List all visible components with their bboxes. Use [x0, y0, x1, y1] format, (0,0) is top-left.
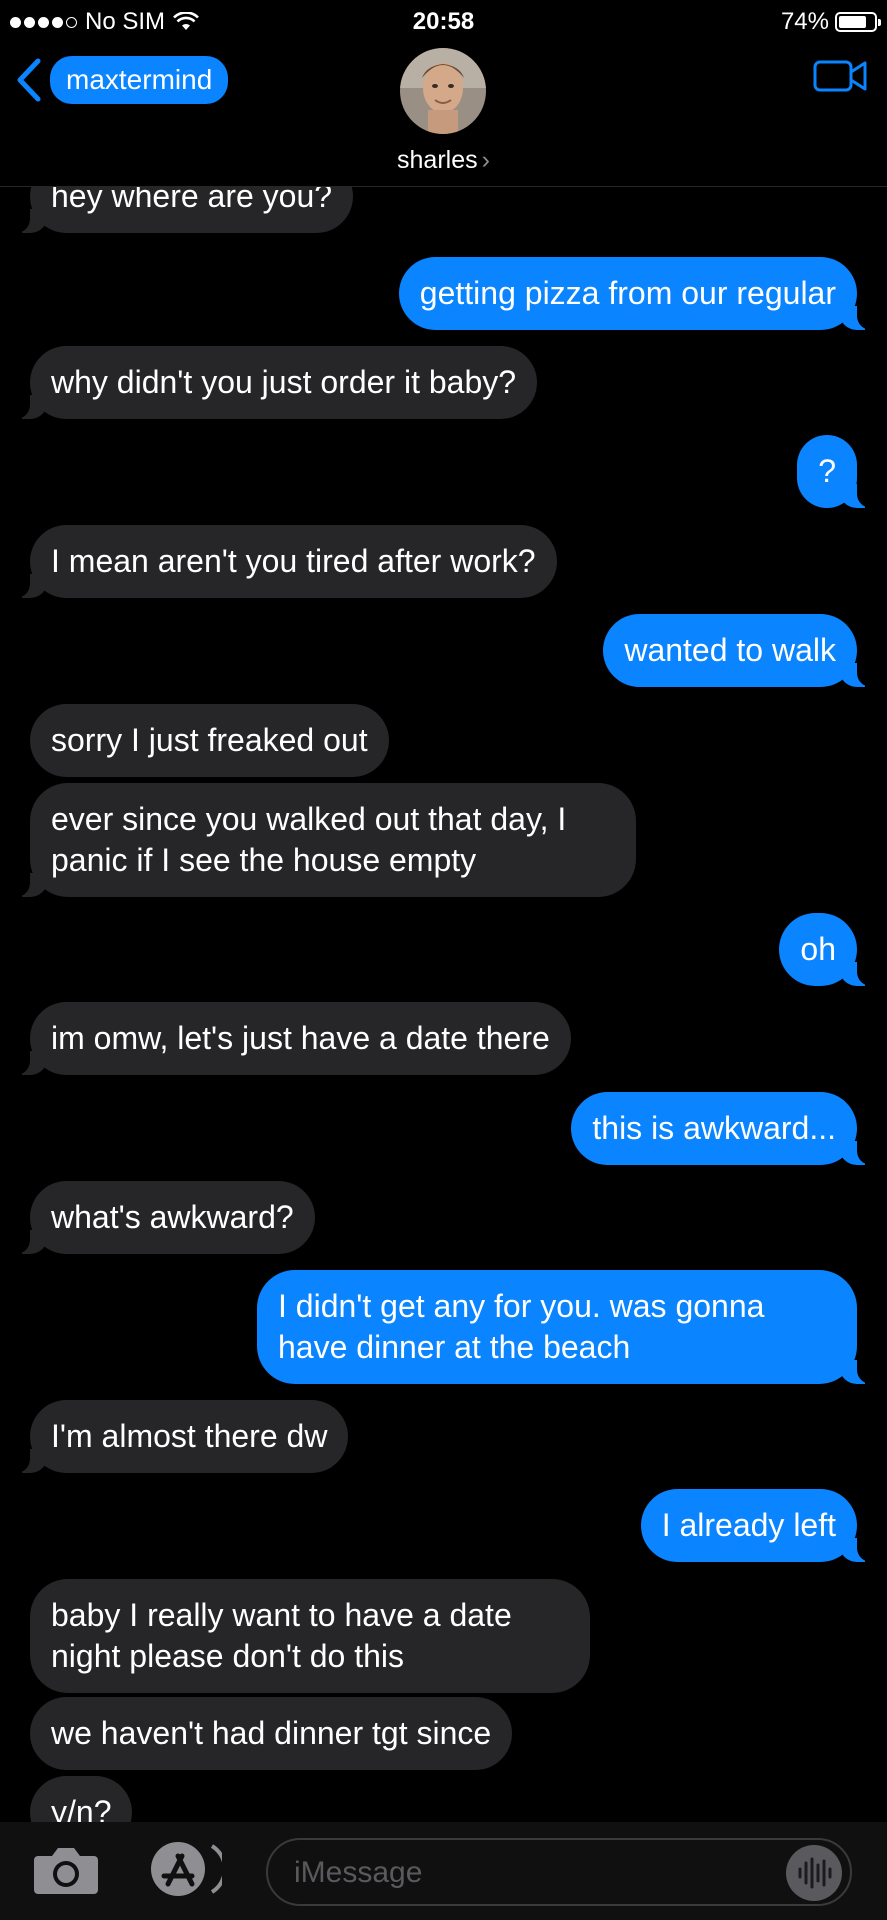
- chevron-left-icon: [17, 58, 41, 102]
- message-input[interactable]: [292, 1852, 756, 1894]
- message-sent[interactable]: ?: [797, 435, 879, 508]
- back-button[interactable]: maxtermind: [14, 56, 229, 104]
- message-received[interactable]: baby I really want to have a date night …: [30, 1579, 590, 1693]
- battery-percent: 74%: [780, 8, 829, 35]
- message-sent[interactable]: wanted to walk: [603, 614, 879, 687]
- status-right: 74%: [780, 8, 881, 36]
- message-received[interactable]: why didn't you just order it baby?: [7, 346, 538, 419]
- chevron-right-icon: ›: [481, 146, 490, 174]
- clock: 20:58: [412, 8, 475, 35]
- waveform-icon: [798, 1857, 832, 1889]
- status-bar: No SIM 20:58 74%: [0, 0, 887, 44]
- message-sent[interactable]: this is awkward...: [571, 1092, 879, 1165]
- message-field[interactable]: [266, 1838, 852, 1906]
- back-label: maxtermind: [50, 56, 229, 104]
- audio-message-button[interactable]: [786, 1845, 842, 1901]
- message-sent[interactable]: oh: [779, 913, 879, 986]
- message-received[interactable]: I mean aren't you tired after work?: [8, 525, 557, 598]
- message-received[interactable]: I'm almost there dw: [7, 1400, 349, 1473]
- message-thread[interactable]: hey where are you? getting pizza from ou…: [0, 186, 887, 1822]
- conversation-header: maxtermind sharles ›: [0, 44, 887, 187]
- video-call-icon[interactable]: [813, 58, 867, 94]
- app-store-icon[interactable]: [146, 1840, 222, 1898]
- contact-name: sharles: [397, 146, 478, 174]
- contact-name-button[interactable]: sharles ›: [0, 146, 887, 175]
- message-received[interactable]: we haven't had dinner tgt since: [30, 1697, 513, 1770]
- message-received[interactable]: im omw, let's just have a date there: [8, 1002, 571, 1075]
- message-received[interactable]: ever since you walked out that day, I pa…: [8, 783, 636, 897]
- compose-bar: [0, 1822, 887, 1920]
- message-received[interactable]: sorry I just freaked out: [30, 704, 389, 777]
- message-received[interactable]: hey where are you?: [7, 186, 354, 233]
- avatar[interactable]: [400, 48, 486, 134]
- message-sent[interactable]: I already left: [640, 1489, 880, 1562]
- message-received[interactable]: y/n?: [30, 1776, 133, 1822]
- contact-photo: [400, 48, 486, 134]
- message-sent[interactable]: getting pizza from our regular: [398, 257, 880, 330]
- camera-icon[interactable]: [32, 1844, 100, 1896]
- message-received[interactable]: what's awkward?: [8, 1181, 315, 1254]
- battery-icon: [835, 12, 881, 32]
- message-sent[interactable]: I didn't get any for you. was gonna have…: [257, 1270, 879, 1384]
